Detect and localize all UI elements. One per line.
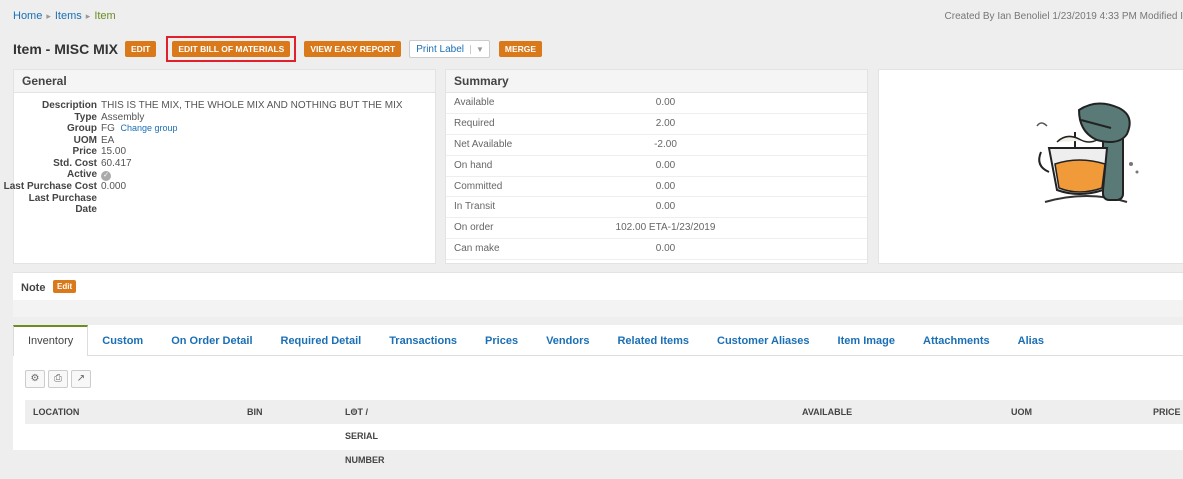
breadcrumb-home[interactable]: Home [13,10,42,22]
tab-transactions[interactable]: Transactions [375,325,471,355]
col-uom[interactable]: UOM [1011,400,1032,424]
page-title: Item - MISC MIX [13,41,119,57]
tab-required-detail[interactable]: Required Detail [267,325,376,355]
view-easy-report-button[interactable]: VIEW EASY REPORT [304,41,402,57]
group-code: FG [101,123,115,134]
std-cost-value: 60.417 [101,157,132,169]
tabs-area: Inventory Custom On Order Detail Require… [13,325,1183,465]
description-label: Description [41,100,97,111]
tab-prices[interactable]: Prices [471,325,532,355]
breadcrumb-separator-icon: ▸ [46,11,51,21]
tab-item-image[interactable]: Item Image [824,325,909,355]
change-group-link[interactable]: Change group [120,123,177,133]
edit-bill-of-materials-button[interactable]: EDIT BILL OF MATERIALS [172,41,291,57]
export-icon[interactable]: ↗ [71,370,91,388]
tab-on-order-detail[interactable]: On Order Detail [157,325,266,355]
last-purchase-date-label: Last Purchase Date [28,192,97,216]
chevron-down-icon[interactable]: ▼ [470,44,489,54]
print-label-button[interactable]: Print Label ▼ [409,40,490,58]
type-value: Assembly [101,111,145,123]
title-row: Item - MISC MIX EDIT EDIT BILL OF MATERI… [13,36,550,62]
active-label: Active [66,169,97,180]
price-value: 15.00 [101,146,127,157]
tab-related-items[interactable]: Related Items [603,325,703,355]
type-label: Type [74,111,97,123]
col-location[interactable]: LOCATION [33,400,79,424]
highlight-box: EDIT BILL OF MATERIALS [166,36,297,62]
summary-row: On order 102.00 ETA-1/23/2019 [446,218,867,240]
check-icon: ✓ [101,171,111,181]
tab-custom[interactable]: Custom [88,325,157,355]
breadcrumb: Home ▸ Items ▸ Item [13,10,116,22]
summary-row: In Transit 0.00 [446,197,867,219]
tab-bar: Inventory Custom On Order Detail Require… [13,325,1183,356]
edit-button[interactable]: EDIT [125,41,157,57]
std-cost-label: Std. Cost [53,157,97,169]
uom-label: UOM [73,134,97,146]
description-value: THIS IS THE MIX, THE WHOLE MIX AND NOTHI… [101,100,403,111]
summary-row: Available 0.00 [446,93,867,114]
tab-customer-aliases[interactable]: Customer Aliases [703,325,824,355]
col-bin[interactable]: BIN [247,400,263,424]
toolbar: ⚙ ⎙ ↗ [25,370,94,388]
summary-row: Net Available -2.00 [446,135,867,156]
tab-vendors[interactable]: Vendors [532,325,603,355]
general-field-list: Description THIS IS THE MIX, THE WHOLE MI… [0,100,403,216]
breadcrumb-items[interactable]: Items [55,10,82,22]
summary-row: Can make 0.00 [446,239,867,261]
merge-button[interactable]: MERGE [498,41,543,57]
print-label-text: Print Label [416,43,464,55]
summary-panel: Summary Available 0.00 Required 2.00 Net A… [445,69,868,264]
tab-attachments[interactable]: Attachments [909,325,1004,355]
group-label: Group [67,123,97,134]
price-label: Price [72,146,97,157]
table-header: LOCATION BIN LOT / SERIAL NUMBER ▼ AVAIL… [25,400,1183,465]
last-purchase-cost-label: Last Purchase Cost [3,181,97,192]
tab-inventory[interactable]: Inventory [13,325,89,356]
print-icon[interactable]: ⎙ [48,370,68,388]
col-lot-serial[interactable]: LOT / SERIAL NUMBER ▼ [345,400,385,465]
sort-down-icon: ▼ [350,407,358,416]
general-header: General [14,70,435,93]
summary-header: Summary [446,70,867,93]
summary-row: Required 2.00 [446,114,867,135]
col-available[interactable]: AVAILABLE [802,400,852,424]
last-purchase-cost-value: 0.000 [101,181,127,192]
gear-icon[interactable]: ⚙ [25,370,45,388]
col-price[interactable]: PRICE [1153,400,1181,424]
summary-row: Committed 0.00 [446,177,867,198]
stand-mixer-icon [1036,102,1139,203]
note-label: Note [21,282,46,294]
breadcrumb-current: Item [94,10,116,22]
note-section: Note Edit [13,272,1183,301]
uom-value: EA [101,134,115,146]
note-edit-button[interactable]: Edit [53,280,77,293]
breadcrumb-separator-icon: ▸ [85,11,91,21]
item-image-panel [878,69,1183,264]
summary-row: On hand 0.00 [446,156,867,177]
group-value: FG Change group [101,123,178,135]
tab-alias[interactable]: Alias [1004,325,1058,355]
created-info: Created By Ian Benoliel 1/23/2019 4:33 P… [944,11,1183,22]
note-content [13,300,1183,317]
